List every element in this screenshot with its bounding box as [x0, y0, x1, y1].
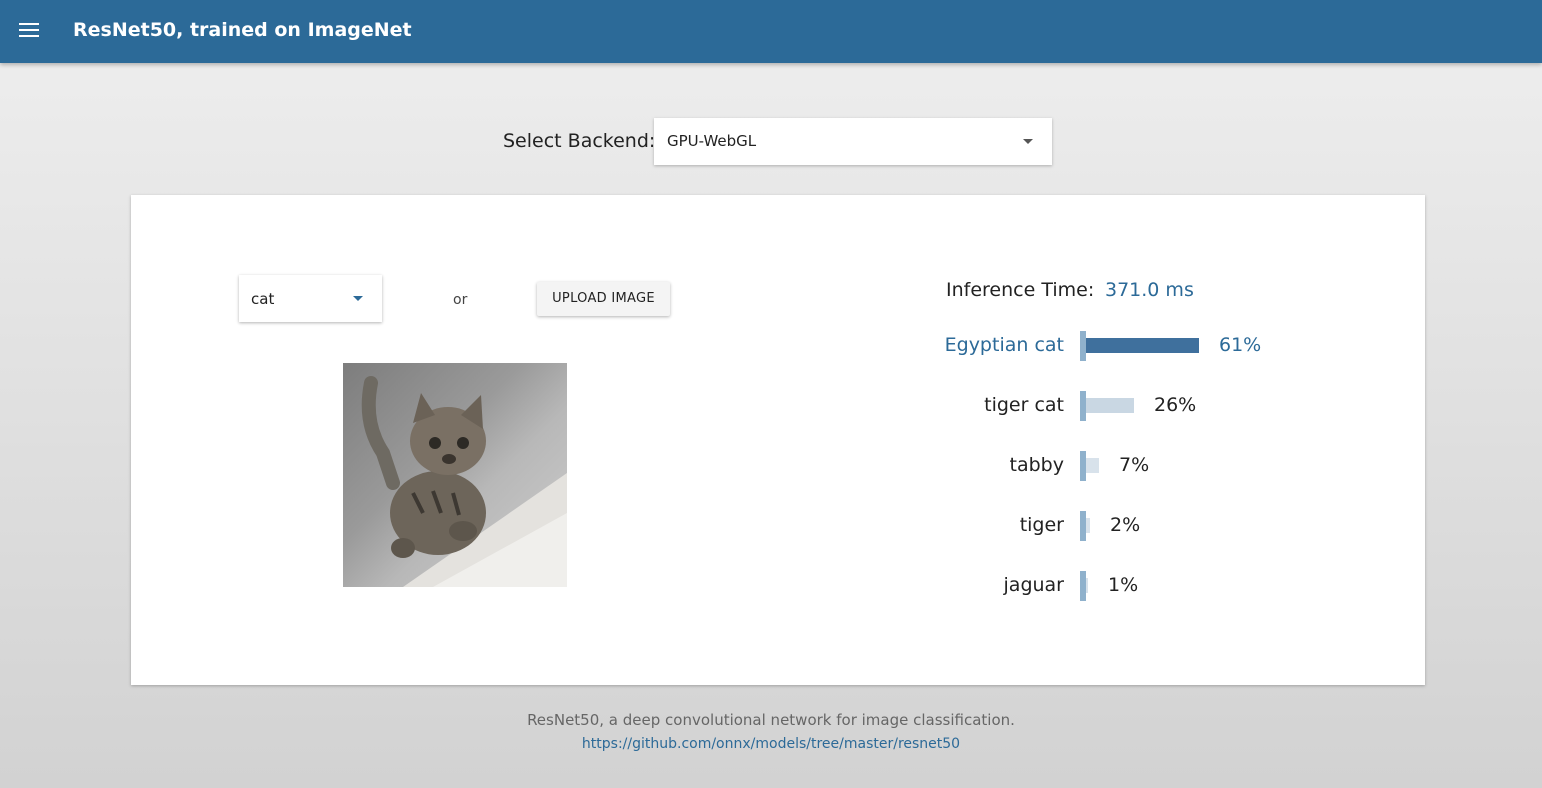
menu-icon[interactable] [19, 23, 39, 39]
prediction-label: jaguar [1003, 574, 1064, 596]
prediction-bar [1086, 338, 1199, 353]
image-select-value: cat [251, 290, 275, 308]
prediction-bar [1086, 518, 1090, 533]
prediction-label: Egyptian cat [944, 334, 1064, 356]
prediction-percent: 61% [1219, 334, 1262, 356]
chevron-down-icon [1023, 139, 1033, 144]
or-text: or [453, 292, 468, 308]
footer-link[interactable]: https://github.com/onnx/models/tree/mast… [0, 736, 1542, 752]
image-select[interactable]: cat [239, 275, 382, 322]
prediction-bar [1086, 458, 1099, 473]
prediction-percent: 7% [1119, 454, 1150, 476]
input-image [343, 363, 567, 587]
prediction-label: tiger [1019, 514, 1064, 536]
prediction-label: tiger cat [984, 394, 1064, 416]
backend-select[interactable]: GPU-WebGL [654, 118, 1052, 165]
app-bar: ResNet50, trained on ImageNet [0, 0, 1542, 63]
prediction-percent: 1% [1108, 574, 1139, 596]
prediction-bar [1086, 398, 1134, 413]
prediction-bar [1086, 578, 1088, 593]
prediction-label: tabby [1009, 454, 1064, 476]
footer-description: ResNet50, a deep convolutional network f… [527, 711, 1015, 729]
chevron-down-icon [353, 296, 363, 301]
upload-image-button[interactable]: UPLOAD IMAGE [537, 282, 670, 316]
cat-photo-placeholder [361, 376, 567, 587]
app-title: ResNet50, trained on ImageNet [73, 19, 412, 41]
prediction-percent: 26% [1154, 394, 1197, 416]
prediction-percent: 2% [1110, 514, 1141, 536]
backend-label: Select Backend: [503, 130, 656, 152]
backend-selected-value: GPU-WebGL [667, 132, 757, 150]
inference-time-label: Inference Time: [946, 279, 1095, 301]
classifier-card: cat or UPLOAD IMAGE Inference Time: 371.… [131, 195, 1425, 685]
inference-time-value: 371.0 ms [1105, 279, 1194, 301]
